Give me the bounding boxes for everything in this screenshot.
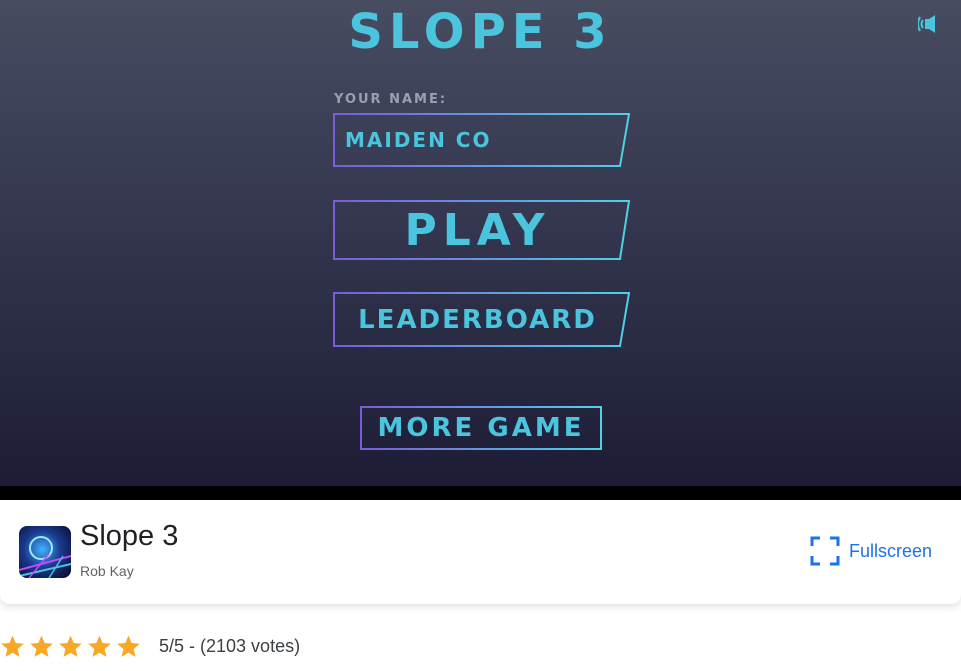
name-input[interactable]: MAIDEN CO bbox=[333, 113, 630, 167]
play-button[interactable]: PLAY bbox=[333, 200, 630, 260]
star-icon[interactable] bbox=[29, 634, 54, 659]
leaderboard-button-label: LEADERBOARD bbox=[358, 304, 597, 335]
fullscreen-button[interactable]: Fullscreen bbox=[810, 535, 932, 567]
star-icon[interactable] bbox=[58, 634, 83, 659]
star-icon[interactable] bbox=[0, 634, 25, 659]
game-name: Slope 3 bbox=[80, 520, 179, 552]
game-author[interactable]: Rob Kay bbox=[80, 563, 134, 579]
game-title-logo: Slope 3 bbox=[348, 4, 613, 60]
fullscreen-icon bbox=[810, 536, 840, 566]
star-icon[interactable] bbox=[87, 634, 112, 659]
fullscreen-label: Fullscreen bbox=[849, 540, 933, 561]
name-input-value: MAIDEN CO bbox=[345, 128, 492, 152]
star-icon[interactable] bbox=[116, 634, 141, 659]
play-button-label: PLAY bbox=[404, 204, 551, 256]
game-canvas[interactable]: Slope 3 YOUR NAME: MAIDEN CO PLAY LEADER… bbox=[0, 0, 961, 486]
game-bottom-bar bbox=[0, 486, 961, 500]
rating-text: 5/5 - (2103 votes) bbox=[159, 635, 301, 656]
game-thumbnail bbox=[19, 526, 71, 578]
more-game-button-label: MORE GAME bbox=[377, 413, 585, 443]
game-info-card: Slope 3 Rob Kay Fullscreen bbox=[0, 500, 961, 604]
name-label: YOUR NAME: bbox=[334, 92, 448, 107]
star-rating[interactable] bbox=[0, 634, 145, 659]
leaderboard-button[interactable]: LEADERBOARD bbox=[333, 292, 630, 347]
speaker-icon[interactable] bbox=[917, 14, 940, 34]
more-game-button[interactable]: MORE GAME bbox=[360, 406, 602, 450]
rating-bar: 5/5 - (2103 votes) bbox=[0, 631, 300, 661]
